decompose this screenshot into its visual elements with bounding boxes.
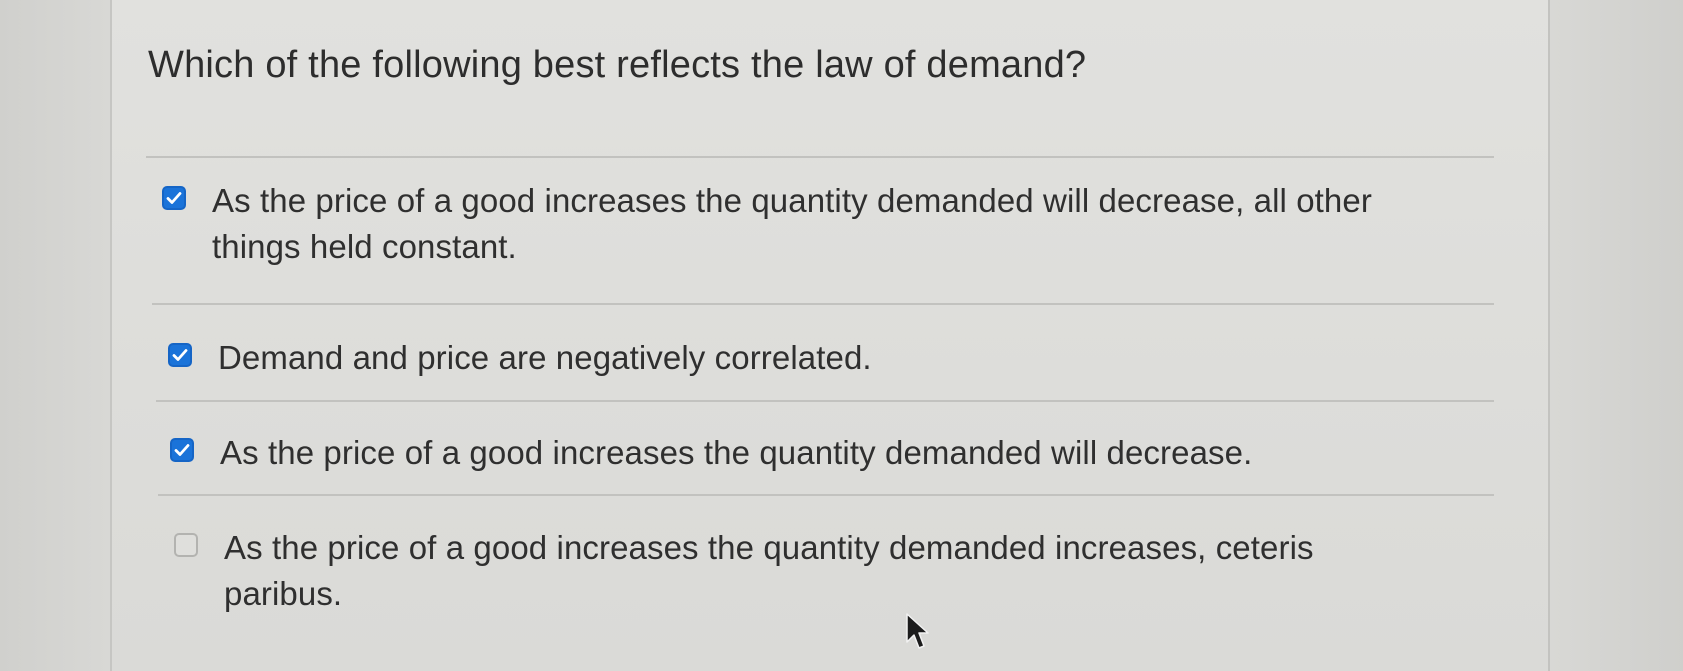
mouse-pointer-icon xyxy=(906,613,929,649)
check-icon xyxy=(172,349,188,361)
left-gutter xyxy=(0,0,112,671)
question-title: Which of the following best reflects the… xyxy=(148,44,1087,86)
option-1-checkbox[interactable] xyxy=(162,186,186,210)
divider-top xyxy=(146,156,1494,158)
option-3-checkbox[interactable] xyxy=(170,438,194,462)
option-1-label: As the price of a good increases the qua… xyxy=(212,182,1372,265)
option-4-label: As the price of a good increases the qua… xyxy=(224,529,1314,612)
right-gutter xyxy=(1548,0,1683,671)
option-4-checkbox[interactable] xyxy=(174,533,198,557)
check-icon xyxy=(174,444,190,456)
divider-2 xyxy=(156,400,1494,402)
option-2-label: Demand and price are negatively correlat… xyxy=(218,339,872,376)
check-icon xyxy=(166,192,182,204)
screen: Which of the following best reflects the… xyxy=(0,0,1683,671)
divider-1 xyxy=(152,303,1494,305)
option-2[interactable]: Demand and price are negatively correlat… xyxy=(168,335,1468,381)
option-2-checkbox[interactable] xyxy=(168,343,192,367)
divider-3 xyxy=(158,494,1494,496)
option-1[interactable]: As the price of a good increases the qua… xyxy=(162,178,1462,270)
option-4[interactable]: As the price of a good increases the qua… xyxy=(174,525,1474,617)
option-3-label: As the price of a good increases the qua… xyxy=(220,434,1253,471)
option-3[interactable]: As the price of a good increases the qua… xyxy=(170,430,1470,476)
